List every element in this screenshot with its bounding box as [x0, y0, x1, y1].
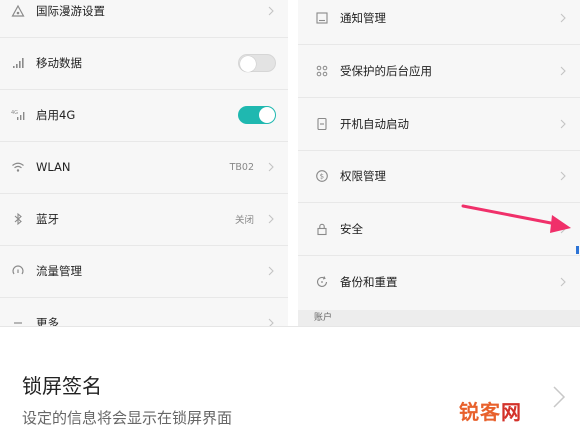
lock-screen-signature-subtitle: 设定的信息将会显示在锁屏界面 — [22, 409, 233, 427]
edge-indicator — [576, 246, 579, 254]
watermark-logo: 锐客网 — [459, 396, 522, 425]
lock-screen-signature-title: 锁屏签名 — [22, 374, 102, 398]
chevron-right-icon — [552, 385, 566, 413]
lock-screen-signature-row[interactable]: 锁屏签名 设定的信息将会显示在锁屏界面 锐客网 — [0, 326, 580, 438]
watermark-char: 网 — [501, 400, 522, 424]
watermark-char: 锐 — [459, 400, 480, 424]
watermark-char: 客 — [480, 400, 501, 424]
